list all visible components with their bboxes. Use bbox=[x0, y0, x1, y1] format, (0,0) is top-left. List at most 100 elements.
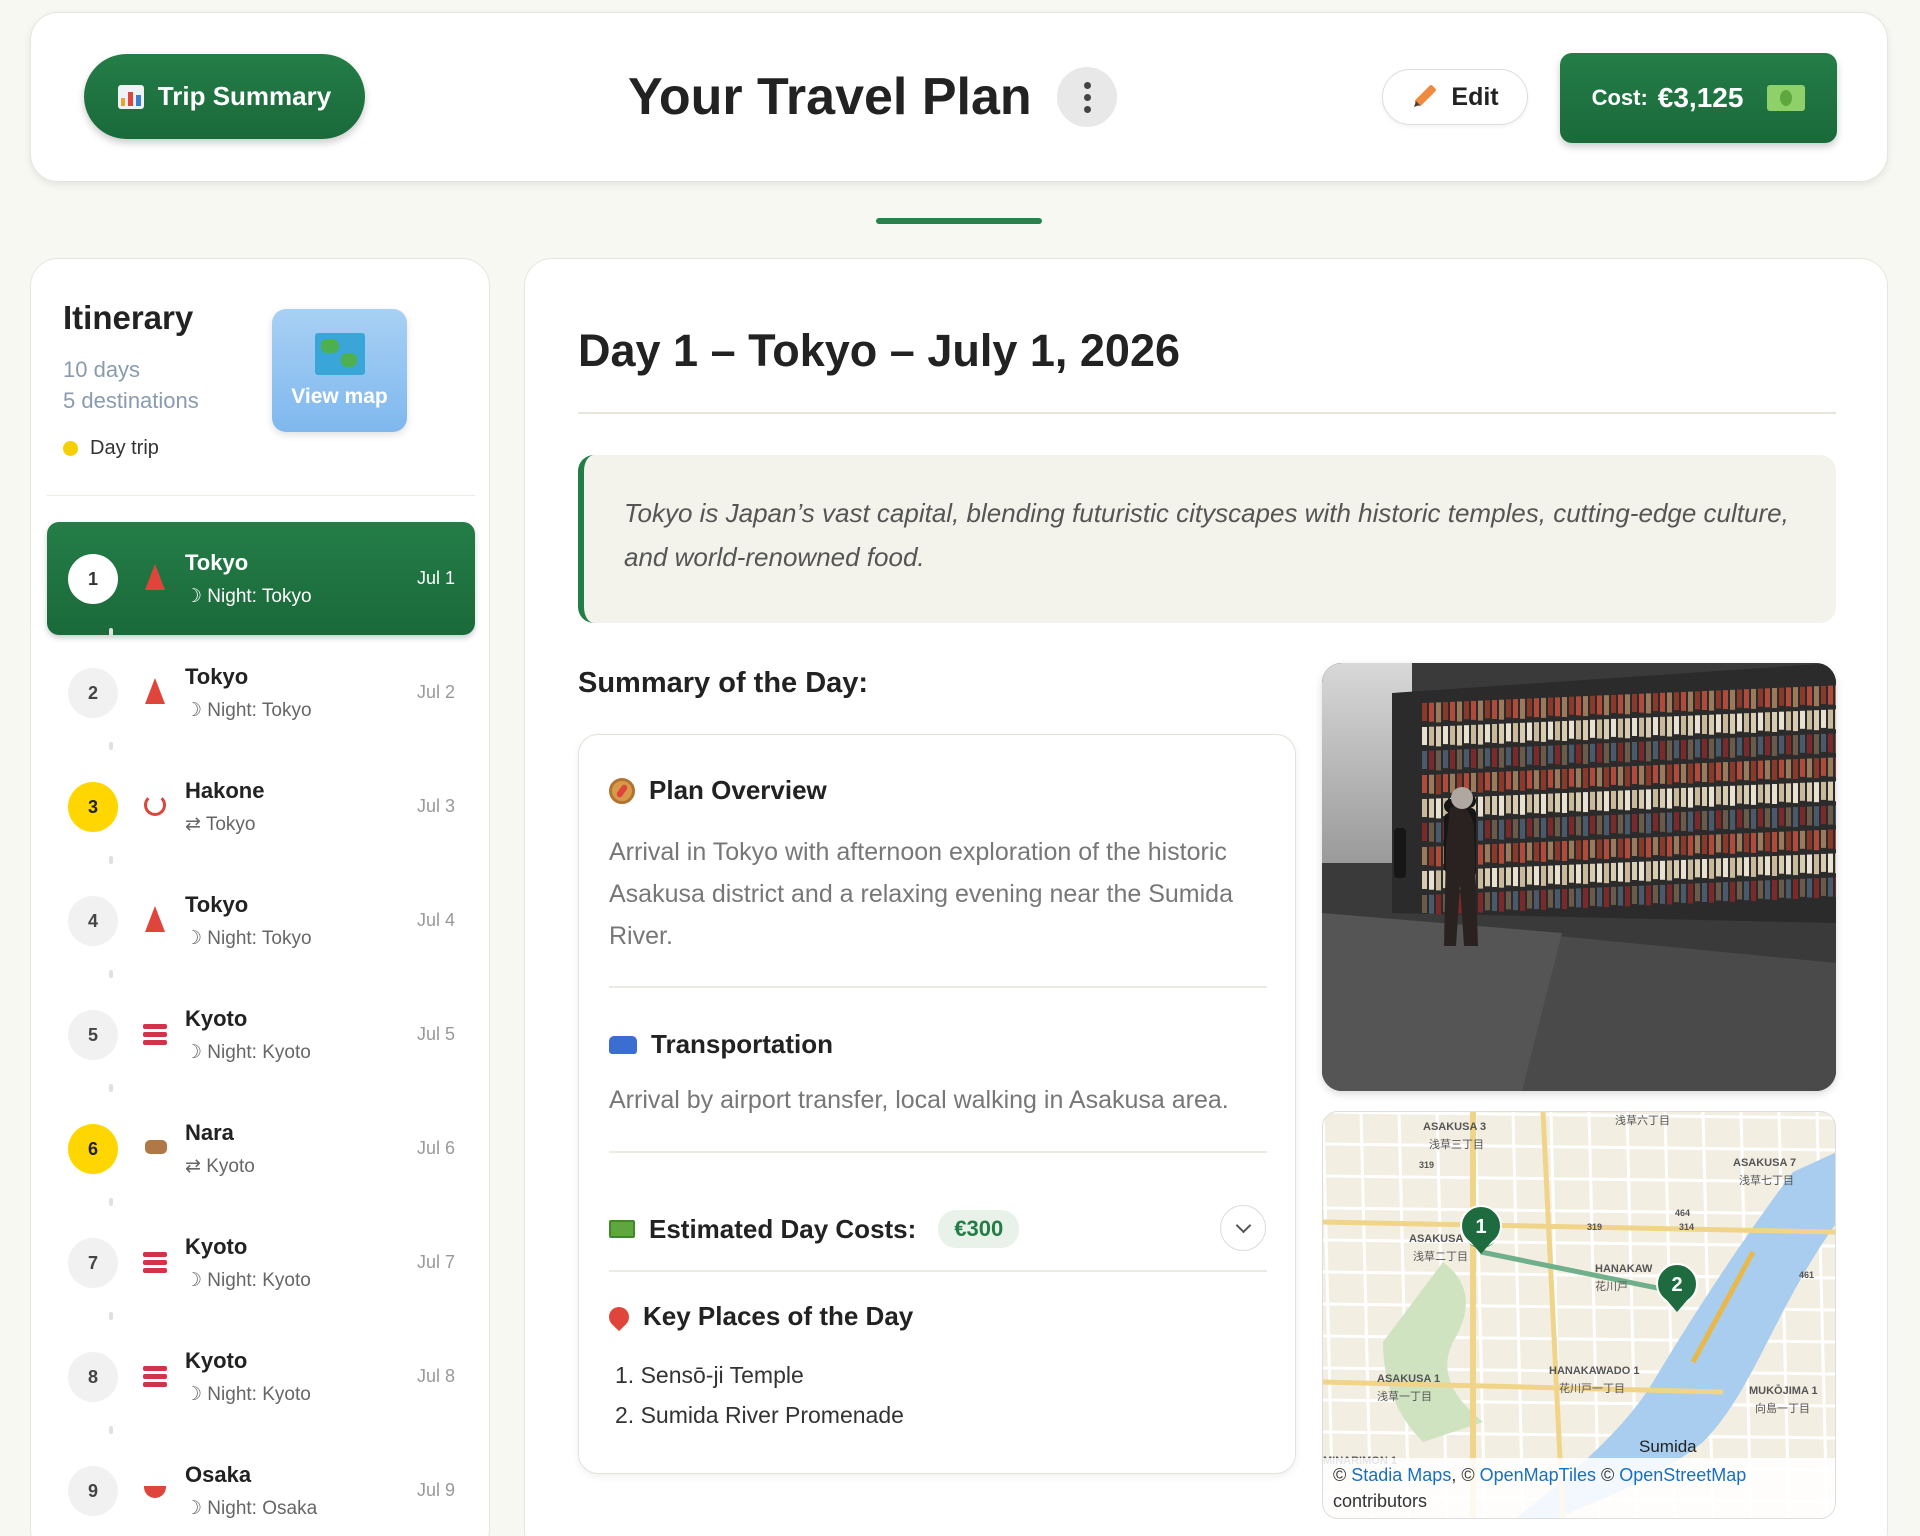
map-label: ASAKUSA 7 bbox=[1733, 1157, 1796, 1169]
map-label: 浅草七丁目 bbox=[1739, 1174, 1794, 1187]
map-label: 浅草三丁目 bbox=[1429, 1138, 1484, 1151]
cost-label: Cost: bbox=[1591, 85, 1648, 110]
map-label: 浅草一丁目 bbox=[1377, 1390, 1432, 1403]
list-item: 1. Sensō-ji Temple bbox=[615, 1362, 804, 1388]
day-trip-dot-icon bbox=[63, 441, 78, 456]
title-divider bbox=[578, 412, 1836, 414]
day-costs-heading[interactable]: Estimated Day Costs: €300 bbox=[609, 1210, 1020, 1248]
day-connector bbox=[109, 628, 113, 636]
openstreetmap-link[interactable]: OpenStreetMap bbox=[1619, 1465, 1746, 1485]
day-costs-title: Estimated Day Costs: bbox=[649, 1213, 917, 1244]
pencil-icon bbox=[1414, 85, 1437, 107]
day-date: Jul 8 bbox=[416, 1366, 455, 1386]
map-label: HANAKAW bbox=[1595, 1263, 1653, 1275]
map-label: ASAKUSA 1 bbox=[1377, 1373, 1440, 1385]
day-night: ⇄ Kyoto bbox=[185, 1156, 255, 1177]
edit-button[interactable]: Edit bbox=[1382, 69, 1528, 125]
view-map-label: View map bbox=[291, 384, 388, 408]
key-places-list: 1. Sensō-ji Temple 2. Sumida River Prome… bbox=[615, 1355, 904, 1435]
summary-heading: Summary of the Day: bbox=[578, 667, 869, 699]
money-icon bbox=[1767, 85, 1806, 111]
day-city: Kyoto bbox=[185, 1348, 248, 1373]
list-item: 2. Sumida River Promenade bbox=[615, 1402, 904, 1428]
sidebar-day-item[interactable]: 8 Kyoto ☽ Night: Kyoto Jul 8 bbox=[47, 1320, 475, 1433]
day-costs-badge: €300 bbox=[938, 1210, 1020, 1248]
map-pin-icon bbox=[604, 1302, 634, 1331]
openmaptiles-link[interactable]: OpenMapTiles bbox=[1480, 1465, 1596, 1485]
sidebar-day-item[interactable]: 5 Kyoto ☽ Night: Kyoto Jul 5 bbox=[47, 978, 475, 1091]
map-road-label: 314 bbox=[1679, 1222, 1694, 1232]
transportation-text: Arrival by airport transfer, local walki… bbox=[609, 1086, 1229, 1114]
map-road-label: 464 bbox=[1675, 1208, 1690, 1218]
day-date: Jul 5 bbox=[416, 1024, 455, 1044]
day-number-badge: 2 bbox=[68, 668, 118, 718]
sidebar-day-item[interactable]: 9 Osaka ☽ Night: Osaka Jul 9 bbox=[47, 1434, 475, 1536]
day-number-badge: 4 bbox=[68, 896, 118, 946]
day-connector bbox=[109, 856, 113, 864]
more-options-icon[interactable] bbox=[1057, 67, 1117, 127]
chevron-down-icon bbox=[1235, 1217, 1251, 1234]
legend-label: Day trip bbox=[90, 437, 159, 459]
cost-button[interactable]: Cost: €3,125 bbox=[1560, 53, 1837, 143]
days-count: 10 days bbox=[63, 357, 141, 382]
ramen-bowl-icon bbox=[143, 1476, 167, 1504]
deer-icon bbox=[143, 1134, 167, 1162]
day-number-badge: 3 bbox=[68, 782, 118, 832]
map-attribution: © Stadia Maps, © OpenMapTiles © OpenStre… bbox=[1323, 1458, 1835, 1518]
tokyo-tower-icon bbox=[143, 564, 167, 592]
card-divider bbox=[609, 1151, 1267, 1153]
pagoda-icon bbox=[143, 1020, 167, 1048]
itinerary-sidebar: Itinerary 10 days 5 destinations Day tri… bbox=[30, 258, 490, 1536]
map-marker-2[interactable]: 2 bbox=[1671, 1274, 1682, 1296]
hot-springs-icon bbox=[143, 792, 167, 820]
day-connector bbox=[109, 1312, 113, 1320]
day-city: Tokyo bbox=[185, 664, 249, 689]
bar-chart-icon bbox=[117, 84, 144, 109]
card-divider bbox=[609, 1270, 1267, 1272]
tokyo-tower-icon bbox=[143, 906, 167, 934]
sidebar-day-item[interactable]: 6 Nara ⇄ Kyoto Jul 6 bbox=[47, 1092, 475, 1205]
day-connector bbox=[109, 1084, 113, 1092]
map-road-label: 319 bbox=[1419, 1160, 1434, 1170]
map-marker-1[interactable]: 1 bbox=[1475, 1216, 1486, 1238]
day-connector bbox=[109, 1198, 113, 1206]
map-label: 向島一丁目 bbox=[1755, 1401, 1810, 1415]
day-night: ☽ Night: Tokyo bbox=[185, 700, 312, 721]
day-night: ☽ Night: Tokyo bbox=[185, 586, 312, 607]
day-date: Jul 9 bbox=[416, 1480, 455, 1500]
attribution-text: © bbox=[1595, 1465, 1620, 1485]
stadia-maps-link[interactable]: Stadia Maps bbox=[1351, 1465, 1451, 1485]
city-description: Tokyo is Japan’s vast capital, blending … bbox=[578, 455, 1836, 623]
day-date: Jul 3 bbox=[416, 796, 455, 816]
view-map-button[interactable]: View map bbox=[272, 309, 407, 432]
sidebar-day-item[interactable]: 2 Tokyo ☽ Night: Tokyo Jul 2 bbox=[47, 636, 475, 749]
map-label: MUKŌJIMA 1 bbox=[1749, 1385, 1818, 1397]
sidebar-day-item[interactable]: 7 Kyoto ☽ Night: Kyoto Jul 7 bbox=[47, 1206, 475, 1319]
map-label: HANAKAWADO 1 bbox=[1549, 1365, 1639, 1377]
day-night: ⇄ Tokyo bbox=[185, 814, 256, 835]
transportation-heading: Transportation bbox=[609, 1029, 833, 1060]
day-city: Osaka bbox=[185, 1462, 252, 1487]
sidebar-day-item[interactable]: 1 Tokyo ☽ Night: Tokyo Jul 1 bbox=[47, 522, 475, 635]
map-label: 浅草二丁目 bbox=[1413, 1250, 1468, 1263]
attribution-contributors: contributors bbox=[1333, 1491, 1428, 1511]
sidebar-day-item[interactable]: 3 Hakone ⇄ Tokyo Jul 3 bbox=[47, 750, 475, 863]
day-date: Jul 1 bbox=[416, 568, 455, 588]
attribution-text: © bbox=[1333, 1465, 1352, 1485]
cost-value: €3,125 bbox=[1657, 82, 1744, 113]
key-places-heading: Key Places of the Day bbox=[604, 1301, 913, 1332]
trip-summary-button[interactable]: Trip Summary bbox=[84, 54, 365, 139]
day-city: Kyoto bbox=[185, 1006, 248, 1031]
map-label: 浅草六丁目 bbox=[1615, 1114, 1670, 1127]
map-label: 花川戸一丁目 bbox=[1559, 1382, 1625, 1395]
day-route-map[interactable]: 1 2 ASAKUSA 3 浅草三丁目 浅草六丁目 ASAKUSA 7 浅草七丁… bbox=[1322, 1111, 1836, 1519]
plan-overview-text: Arrival in Tokyo with afternoon explorat… bbox=[609, 838, 1233, 950]
compass-icon bbox=[609, 777, 635, 804]
sidebar-day-item[interactable]: 4 Tokyo ☽ Night: Tokyo Jul 4 bbox=[47, 864, 475, 977]
attribution-text: , © bbox=[1451, 1465, 1480, 1485]
trip-summary-label: Trip Summary bbox=[157, 81, 332, 111]
expand-costs-button[interactable] bbox=[1220, 1205, 1266, 1251]
bookstore-photo bbox=[1322, 663, 1836, 1091]
day-number-badge: 5 bbox=[68, 1010, 118, 1060]
app-header: Trip Summary Your Travel Plan Edit Cost:… bbox=[30, 12, 1888, 182]
